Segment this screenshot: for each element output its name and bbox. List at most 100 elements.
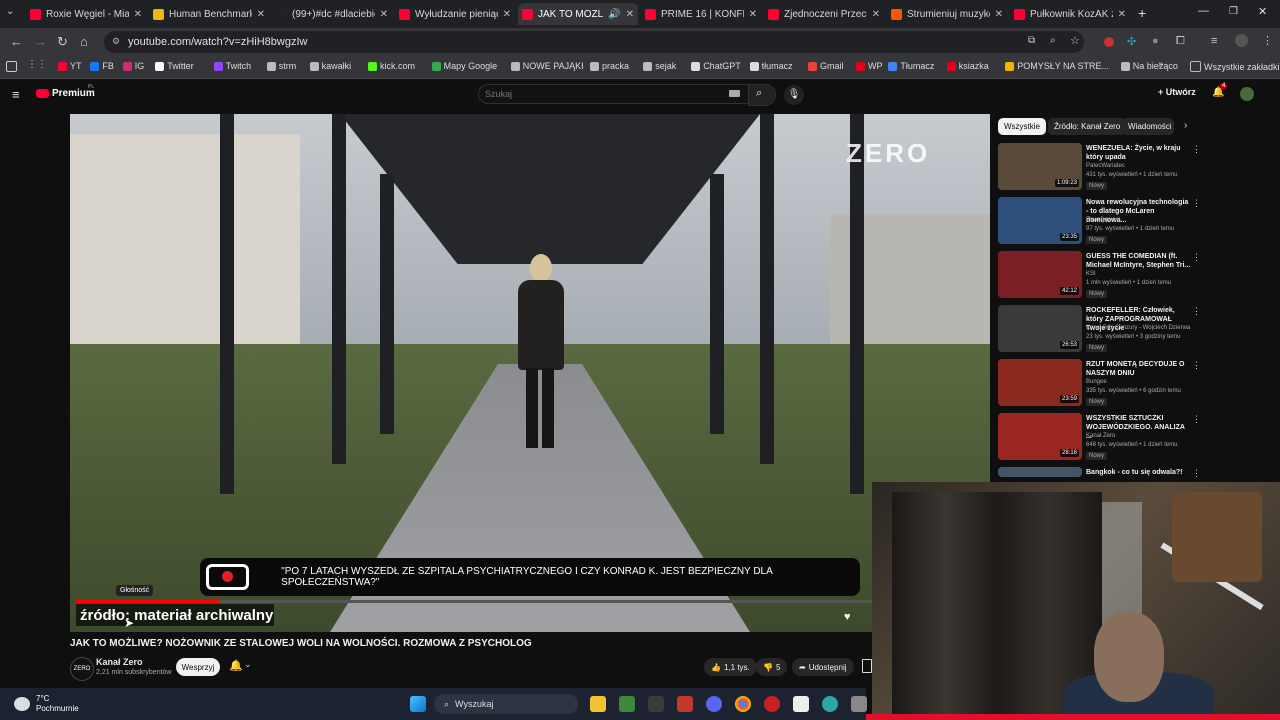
bookmark-item[interactable]: IG [122, 61, 144, 71]
all-bookmarks-folder[interactable]: Wszystkie zakładki [1190, 61, 1280, 72]
bookmark-item[interactable]: ChatGPT [691, 61, 741, 71]
app-globe-icon[interactable] [822, 696, 838, 712]
recommended-video[interactable]: Bangkok - co tu się odwala?! ⋮ [998, 467, 1270, 479]
bookmark-item[interactable]: kawałki [309, 61, 351, 71]
reload-icon[interactable]: ↻ [57, 34, 68, 50]
recommended-channel[interactable]: PatecWariatec [1086, 163, 1125, 169]
video-thumbnail[interactable]: 1:09:23 [998, 143, 1082, 190]
recommended-video[interactable]: 28:16 WSZYSTKIE SZTUCZKI WOJEWÓDZKIEGO. A… [998, 413, 1270, 463]
tab-audio-icon[interactable]: 🔊 [608, 9, 620, 20]
browser-tab[interactable]: Strumieniuj muzykę ✕ [887, 3, 1007, 25]
more-bookmarks-icon[interactable]: » [1158, 59, 1164, 70]
voice-search-icon[interactable]: 🎙 [784, 85, 804, 105]
more-options-icon[interactable]: ⋮ [1192, 252, 1201, 263]
bookmark-item[interactable]: kick.com [368, 61, 415, 71]
chrome-icon[interactable] [735, 696, 751, 712]
recommended-title[interactable]: RZUT MONETĄ DECYDUJE O NASZYM DNIU [1086, 360, 1192, 378]
video-thumbnail[interactable]: 23:35 [998, 197, 1082, 244]
extension-2-icon[interactable]: ● [1152, 35, 1159, 47]
dislike-button[interactable]: 👎 5 [756, 658, 788, 676]
browser-tab[interactable]: PRIME 16 | KONFERE ✕ [641, 3, 761, 25]
chevron-down-icon[interactable]: ⌄ [244, 659, 252, 670]
start-windows-icon[interactable] [410, 696, 426, 712]
video-thumbnail[interactable] [998, 467, 1082, 477]
close-window-icon[interactable]: ✕ [1258, 5, 1267, 18]
video-player[interactable]: ZERO [70, 114, 990, 632]
recommended-channel[interactable]: KSI [1086, 271, 1096, 277]
channel-name[interactable]: Kanał Zero [96, 657, 143, 667]
tab-close-icon[interactable]: ✕ [134, 9, 142, 20]
chip-all[interactable]: Wszystkie [998, 118, 1046, 135]
bookmark-item[interactable]: Twitter [155, 61, 194, 71]
recommended-channel[interactable]: Bungee [1086, 379, 1107, 385]
home-icon[interactable]: ⌂ [80, 34, 88, 49]
recommended-title[interactable]: WENEZUELA: Życie, w kraju który upada [1086, 144, 1192, 162]
app-icon[interactable] [677, 696, 693, 712]
like-button[interactable]: 👍 1,1 tys. [704, 658, 757, 676]
chips-next-chevron-icon[interactable]: › [1184, 120, 1187, 131]
bookmark-item[interactable]: FB [90, 61, 114, 71]
recommended-video[interactable]: 23:59 RZUT MONETĄ DECYDUJE O NASZYM DNIU B… [998, 359, 1270, 409]
video-progress-bar[interactable] [76, 600, 872, 603]
bookmark-item[interactable]: Na bieżąco [1120, 61, 1178, 71]
recommended-channel[interactable]: Kanał Zero [1086, 433, 1115, 439]
search-button[interactable]: ⌕ [748, 84, 776, 106]
calculator-icon[interactable] [851, 696, 867, 712]
file-explorer-icon[interactable] [590, 696, 606, 712]
tab-close-icon[interactable]: ✕ [872, 9, 880, 20]
more-options-icon[interactable]: ⋮ [1192, 144, 1201, 155]
save-icon[interactable] [862, 659, 872, 673]
chip-news[interactable]: Wiadomości [1122, 118, 1174, 135]
more-options-icon[interactable]: ⋮ [1192, 306, 1201, 317]
account-avatar[interactable] [1240, 87, 1254, 101]
browser-tab[interactable]: Zjednoczeni Przeciw ✕ [764, 3, 884, 25]
browser-tab[interactable]: Human Benchmark ✕ [149, 3, 269, 25]
new-tab-button[interactable]: + [1138, 5, 1146, 21]
shield-app-icon[interactable] [619, 696, 635, 712]
more-options-icon[interactable]: ⋮ [1192, 468, 1201, 479]
tab-close-icon[interactable]: ✕ [749, 9, 757, 20]
bookmark-item[interactable]: Gmail [808, 61, 844, 71]
tab-close-icon[interactable]: ✕ [503, 9, 511, 20]
notes-icon[interactable] [793, 696, 809, 712]
recommended-video[interactable]: 23:35 Nowa rewolucyjna technologia - to d… [998, 197, 1270, 247]
tab-close-icon[interactable]: ✕ [995, 9, 1003, 20]
youtube-logo-icon[interactable] [36, 89, 49, 98]
video-thumbnail[interactable]: 42:12 [998, 251, 1082, 298]
restore-icon[interactable]: ❐ [1229, 6, 1238, 17]
opera-icon[interactable] [764, 696, 780, 712]
bookmark-item[interactable]: strm [266, 61, 296, 71]
create-button[interactable]: + Utwórz [1158, 87, 1196, 97]
address-bar[interactable]: ⚙ youtube.com/watch?v=zHiH8bwgzIw ⧉ ⌕ ☆ [104, 31, 1084, 53]
recommended-video[interactable]: 26:53 ROCKEFELLER: Człowiek, który ZAPROG… [998, 305, 1270, 355]
bookmark-item[interactable]: Twitch [213, 61, 251, 71]
bookmark-item[interactable]: WP [856, 61, 883, 71]
bookmark-item[interactable]: tłumacz [749, 61, 793, 71]
extension-icon[interactable]: ✣ [1127, 35, 1136, 48]
discord-icon[interactable] [706, 696, 722, 712]
channel-avatar[interactable]: ZERO [70, 657, 94, 681]
bookmark-item[interactable]: ksiazka [946, 61, 989, 71]
menu-kebab-icon[interactable]: ⋮ [1262, 34, 1273, 47]
record-extension-icon[interactable] [1104, 37, 1114, 47]
minimize-icon[interactable]: — [1198, 5, 1209, 17]
recommended-channel[interactable]: Powagowani [1086, 217, 1120, 223]
weather-widget[interactable]: 7°C Pochmurnie [14, 694, 79, 714]
sidebar-icon[interactable] [6, 61, 17, 72]
video-thumbnail[interactable]: 23:59 [998, 359, 1082, 406]
share-button[interactable]: ➦ Udostępnij [792, 658, 854, 676]
forward-icon[interactable]: → [34, 34, 47, 49]
browser-tab[interactable]: Roxie Węgiel - Miasto ✕ [26, 3, 146, 25]
recommended-channel[interactable]: Kanał Bez Cenzury - Wojciech Dzierwa [1086, 325, 1190, 331]
bookmark-item[interactable]: sejak [643, 61, 676, 71]
tab-close-icon[interactable]: ✕ [626, 9, 634, 20]
bookmark-item[interactable]: pracka [590, 61, 629, 71]
browser-tab[interactable]: (99+)#dc #dlaciebie ✕ [272, 3, 392, 25]
tab-close-icon[interactable]: ✕ [380, 9, 388, 20]
obs-icon[interactable] [648, 696, 664, 712]
taskbar-search[interactable]: ⌕ Wyszukaj [434, 694, 578, 714]
bookmark-item[interactable]: YT [58, 61, 82, 71]
recommended-title[interactable]: GUESS THE COMEDIAN (ft. Michael McIntyre… [1086, 252, 1192, 270]
bookmark-item[interactable]: Tłumacz [888, 61, 934, 71]
join-button[interactable]: Wesprzyj [176, 658, 220, 676]
